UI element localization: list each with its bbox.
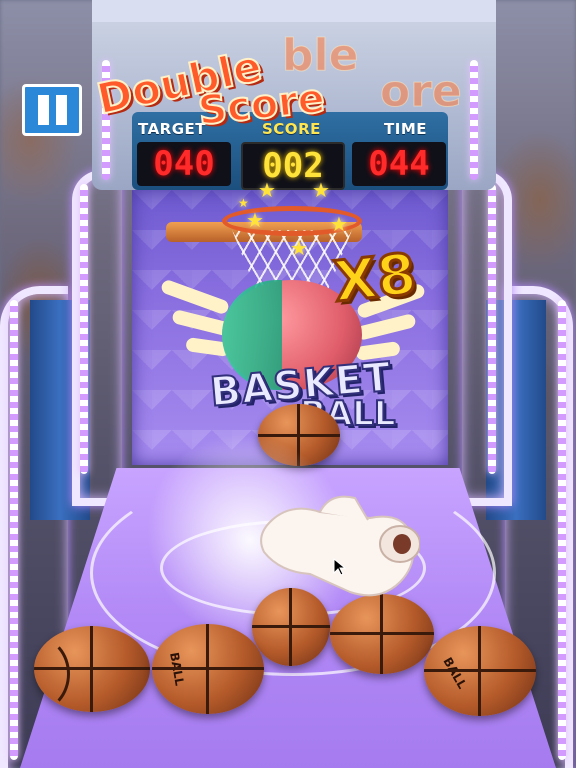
inner-frame-right: [462, 170, 512, 506]
frame-lights-right: [558, 300, 566, 760]
frame-lights-left: [10, 300, 18, 760]
star-icon: ★: [312, 178, 330, 202]
ball-seam: [34, 636, 70, 712]
basketball[interactable]: BALL: [424, 626, 536, 716]
multiplier-badge: X8: [329, 240, 420, 316]
pause-icon-bar: [55, 95, 67, 125]
cursor-icon: [333, 558, 347, 576]
banner-ghost-line2: ore: [380, 66, 463, 118]
inner-lights-left: [80, 184, 88, 474]
basketball[interactable]: BALL: [152, 624, 264, 714]
cabinet-lights-right: [470, 60, 478, 180]
star-icon: ★: [238, 196, 249, 210]
star-icon: ★: [258, 178, 276, 202]
game-scene: TARGET SCORE TIME 040 002 044 ble ore Do…: [0, 0, 576, 768]
pause-button[interactable]: [22, 84, 82, 136]
star-icon: ★: [246, 208, 264, 232]
target-value: 040: [137, 142, 231, 186]
star-icon: ★: [330, 212, 348, 236]
ball-label: BALL: [440, 654, 470, 692]
time-label: TIME: [384, 120, 427, 138]
target-label: TARGET: [138, 120, 207, 138]
basketball[interactable]: [34, 626, 150, 712]
cabinet-header: [92, 0, 496, 22]
star-icon: ★: [290, 236, 308, 260]
ball-label: BALL: [167, 651, 187, 687]
glove-hand-icon: [260, 495, 420, 597]
inner-lights-right: [488, 184, 496, 474]
pause-icon: [37, 95, 49, 125]
banner-ghost-line1: ble: [281, 30, 359, 82]
time-value: 044: [352, 142, 446, 186]
